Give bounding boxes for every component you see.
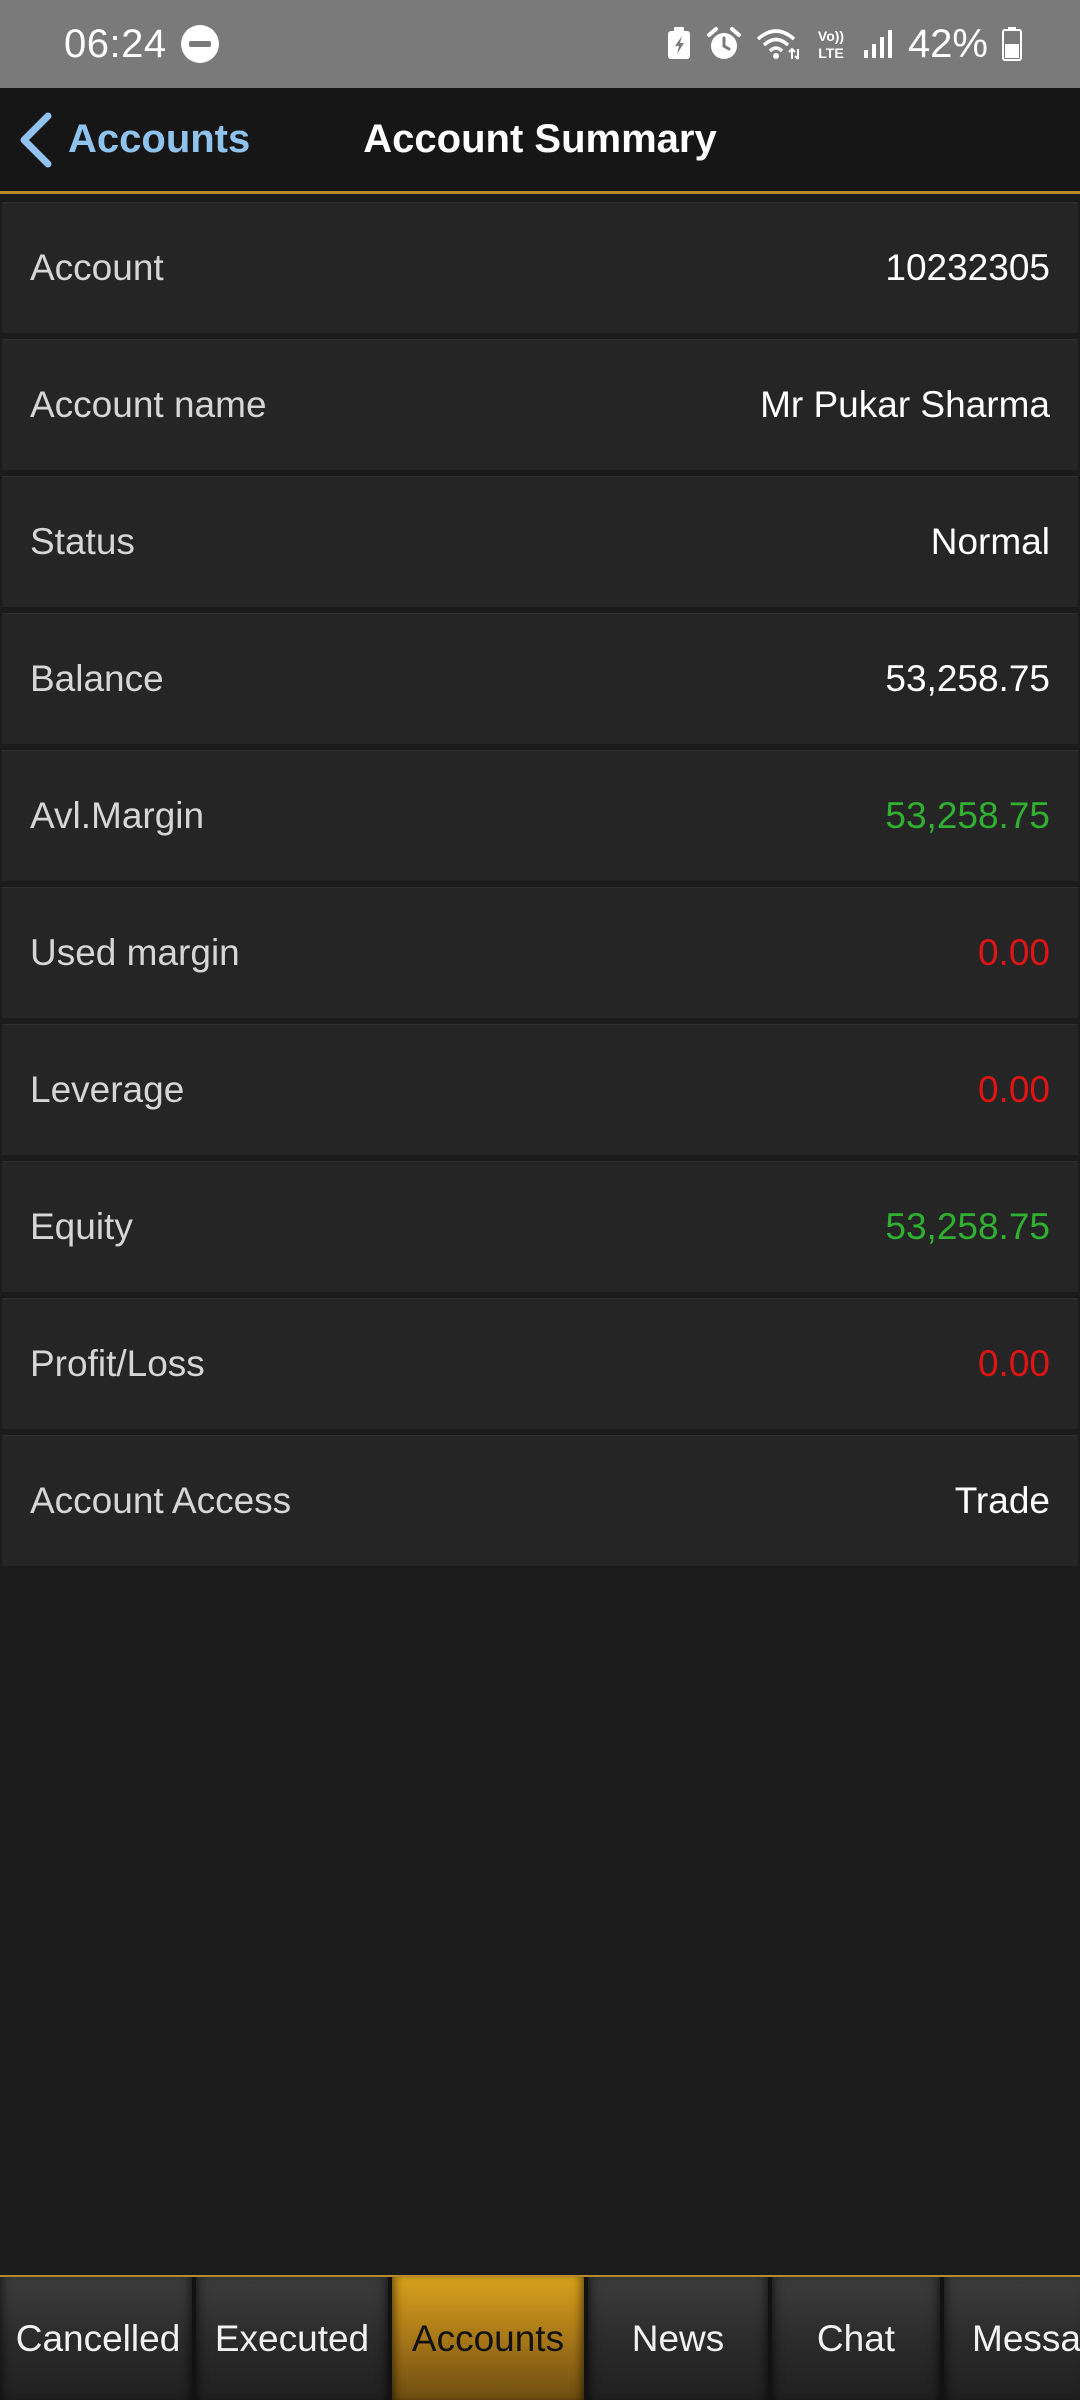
row-account-name: Account name Mr Pukar Sharma [2, 339, 1078, 470]
alarm-icon [706, 27, 741, 59]
tab-cancelled[interactable]: Cancelled [0, 2277, 196, 2400]
row-label: Leverage [30, 1069, 185, 1110]
svg-text:LTE: LTE [818, 45, 843, 61]
volte-icon: Vo)) LTE [818, 28, 844, 61]
row-label: Used margin [30, 932, 240, 973]
battery-percent: 42% [907, 21, 988, 66]
row-avl-margin: Avl.Margin 53,258.75 [2, 750, 1078, 881]
chevron-left-icon [20, 112, 52, 167]
status-left: 06:24 [64, 22, 219, 67]
svg-text:Vo)): Vo)) [818, 28, 844, 44]
row-value: Mr Pukar Sharma [760, 384, 1050, 425]
row-value: 53,258.75 [885, 795, 1050, 836]
row-label: Equity [30, 1206, 133, 1247]
wifi-icon [756, 29, 799, 60]
row-label: Status [30, 521, 135, 562]
row-label: Balance [30, 658, 164, 699]
row-label: Profit/Loss [30, 1343, 205, 1384]
row-value: 0.00 [977, 1069, 1050, 1110]
row-profit-loss: Profit/Loss 0.00 [2, 1298, 1078, 1429]
row-equity: Equity 53,258.75 [2, 1161, 1078, 1292]
row-label: Account Access [30, 1480, 292, 1521]
row-used-margin: Used margin 0.00 [2, 887, 1078, 1018]
row-value: 53,258.75 [885, 658, 1050, 699]
row-account: Account 10232305 [2, 202, 1078, 333]
tab-executed[interactable]: Executed [196, 2277, 392, 2400]
row-value: 53,258.75 [885, 1206, 1050, 1247]
tab-accounts[interactable]: Accounts [392, 2277, 588, 2400]
row-label: Account [30, 247, 164, 288]
row-value: 0.00 [977, 1343, 1050, 1384]
bottom-tab-bar: Cancelled Executed Accounts News Chat Me… [0, 2275, 1080, 2400]
row-value: 0.00 [977, 932, 1050, 973]
row-value: 10232305 [885, 247, 1050, 288]
row-account-access: Account Access Trade [2, 1435, 1078, 1566]
status-time: 06:24 [64, 21, 167, 66]
row-label: Account name [30, 384, 267, 425]
back-button[interactable]: Accounts [18, 88, 250, 191]
tab-chat[interactable]: Chat [772, 2277, 944, 2400]
signal-icon [863, 30, 892, 58]
battery-saver-icon [667, 27, 690, 59]
battery-icon [1002, 27, 1022, 61]
tab-news[interactable]: News [588, 2277, 772, 2400]
tab-messages[interactable]: Messa [944, 2277, 1080, 2400]
row-label: Avl.Margin [30, 795, 205, 836]
status-right: Vo)) LTE 42% [666, 22, 1022, 67]
row-status: Status Normal [2, 476, 1078, 607]
row-balance: Balance 53,258.75 [2, 613, 1078, 744]
row-value: Trade [954, 1480, 1050, 1521]
row-value: Normal [930, 521, 1050, 562]
status-bar: 06:24 Vo)) LTE 42% [0, 0, 1080, 88]
nav-bar: Accounts Account Summary [0, 88, 1080, 194]
back-label: Accounts [68, 117, 251, 161]
row-leverage: Leverage 0.00 [2, 1024, 1078, 1155]
do-not-disturb-icon [180, 25, 219, 63]
account-summary-list: Account 10232305 Account name Mr Pukar S… [2, 202, 1078, 1572]
